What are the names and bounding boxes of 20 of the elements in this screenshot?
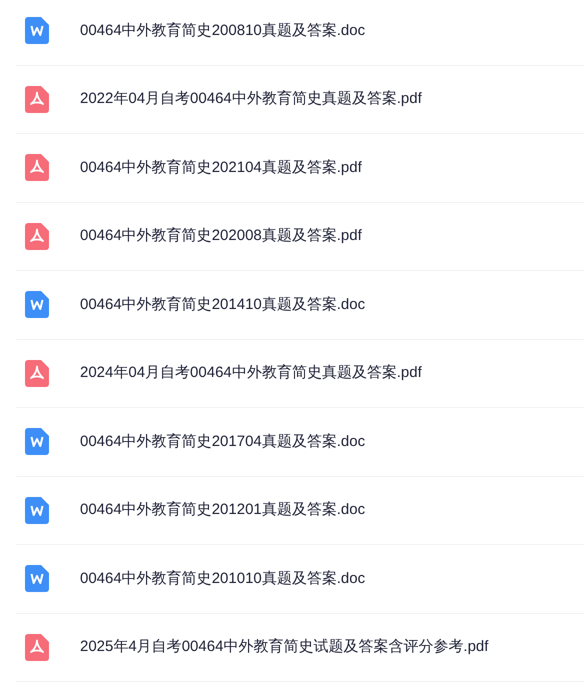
pdf-file-icon [25, 360, 49, 387]
file-name-link[interactable]: 00464中外教育简史201410真题及答案.doc [80, 294, 366, 316]
word-file-icon [25, 17, 49, 44]
file-name-link[interactable]: 2022年04月自考00464中外教育简史真题及答案.pdf [80, 88, 422, 110]
word-file-icon [25, 291, 49, 318]
pdf-file-icon [25, 222, 49, 250]
pdf-file-icon [25, 86, 49, 113]
pdf-file-icon [25, 154, 49, 182]
file-name-link[interactable]: 2024年04月自考00464中外教育简史真题及答案.pdf [80, 362, 422, 384]
word-file-icon [25, 496, 49, 524]
file-name-link[interactable]: 2025年4月自考00464中外教育简史试题及答案含评分参考.pdf [80, 636, 488, 658]
file-name-link[interactable]: 00464中外教育简史202008真题及答案.pdf [80, 225, 362, 248]
file-name-link[interactable]: 00464中外教育简史201201真题及答案.doc [80, 499, 366, 522]
word-file-icon [25, 428, 49, 456]
file-name-link[interactable]: 00464中外教育简史201010真题及答案.doc [80, 568, 366, 590]
file-name-link[interactable]: 00464中外教育简史200810真题及答案.doc [80, 20, 366, 42]
file-name-link[interactable]: 00464中外教育简史201704真题及答案.doc [80, 430, 366, 453]
file-name-link[interactable]: 00464中外教育简史202104真题及答案.pdf [80, 156, 362, 179]
word-file-icon [25, 565, 49, 592]
pdf-file-icon [25, 634, 49, 661]
